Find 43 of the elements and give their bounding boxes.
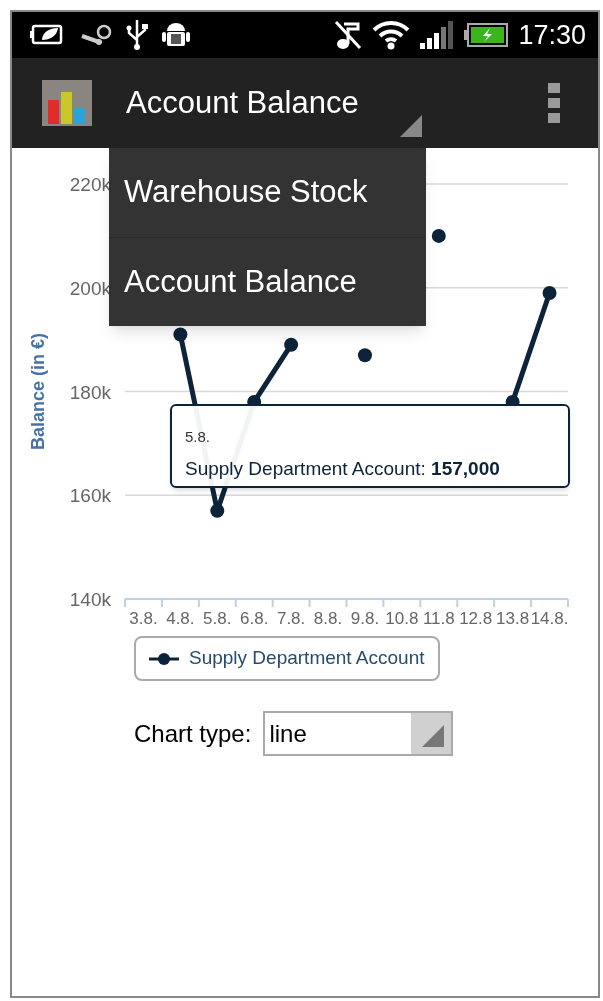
legend-item[interactable]: Supply Department Account (134, 636, 440, 681)
x-axis-label: 7.8. (276, 609, 306, 628)
x-axis-label: 6.8. (240, 609, 269, 628)
select-arrow-icon (422, 725, 445, 747)
clock-time: 17:30 (518, 18, 587, 52)
y-axis-label: 200k (69, 277, 111, 299)
data-point (173, 327, 188, 342)
signal-icon (420, 21, 455, 49)
wifi-icon (372, 20, 411, 50)
chart-type-label: Chart type: (134, 718, 252, 749)
x-axis-label: 8.8. (313, 609, 343, 628)
bar-chart-icon (40, 78, 94, 128)
tooltip-value: Supply Department Account: 157,000 (185, 456, 501, 481)
x-axis-label: 4.8. (166, 609, 195, 628)
legend-label: Supply Department Account (189, 646, 425, 671)
data-point (210, 503, 225, 518)
dropdown-item[interactable]: Warehouse Stock (109, 148, 426, 237)
x-axis-label: 5.8. (203, 609, 232, 628)
usb-icon (126, 20, 148, 50)
dropdown-item[interactable]: Account Balance (109, 237, 426, 326)
y-axis-label: 140k (69, 589, 111, 610)
spinner-title[interactable]: Account Balance (126, 63, 430, 143)
tooltip-date: 5.8. (185, 427, 212, 447)
data-point (542, 285, 557, 300)
chart-type-select[interactable]: line (263, 711, 454, 756)
muted-note-icon (334, 20, 363, 50)
x-axis-label: 3.8. (129, 609, 158, 628)
y-axis-title: Balance (in €) (28, 333, 48, 450)
y-axis-label: 180k (69, 381, 111, 403)
data-point (431, 228, 446, 243)
spinner-corner-icon (400, 115, 422, 137)
x-axis-label: 9.8. (350, 609, 380, 628)
x-axis-label: 14.8. (530, 609, 569, 628)
data-point (284, 337, 299, 352)
battery-charging-icon (464, 23, 509, 47)
x-axis-label: 13.8 (496, 609, 530, 628)
x-axis-label: 11.8 (422, 609, 455, 628)
y-axis-label: 160k (69, 485, 111, 507)
x-axis-label: 10.8 (385, 609, 419, 628)
data-point (357, 348, 372, 363)
x-axis-label: 12.8 (459, 609, 493, 628)
y-axis-label: 220k (69, 174, 111, 195)
overflow-menu-icon[interactable] (548, 83, 560, 123)
